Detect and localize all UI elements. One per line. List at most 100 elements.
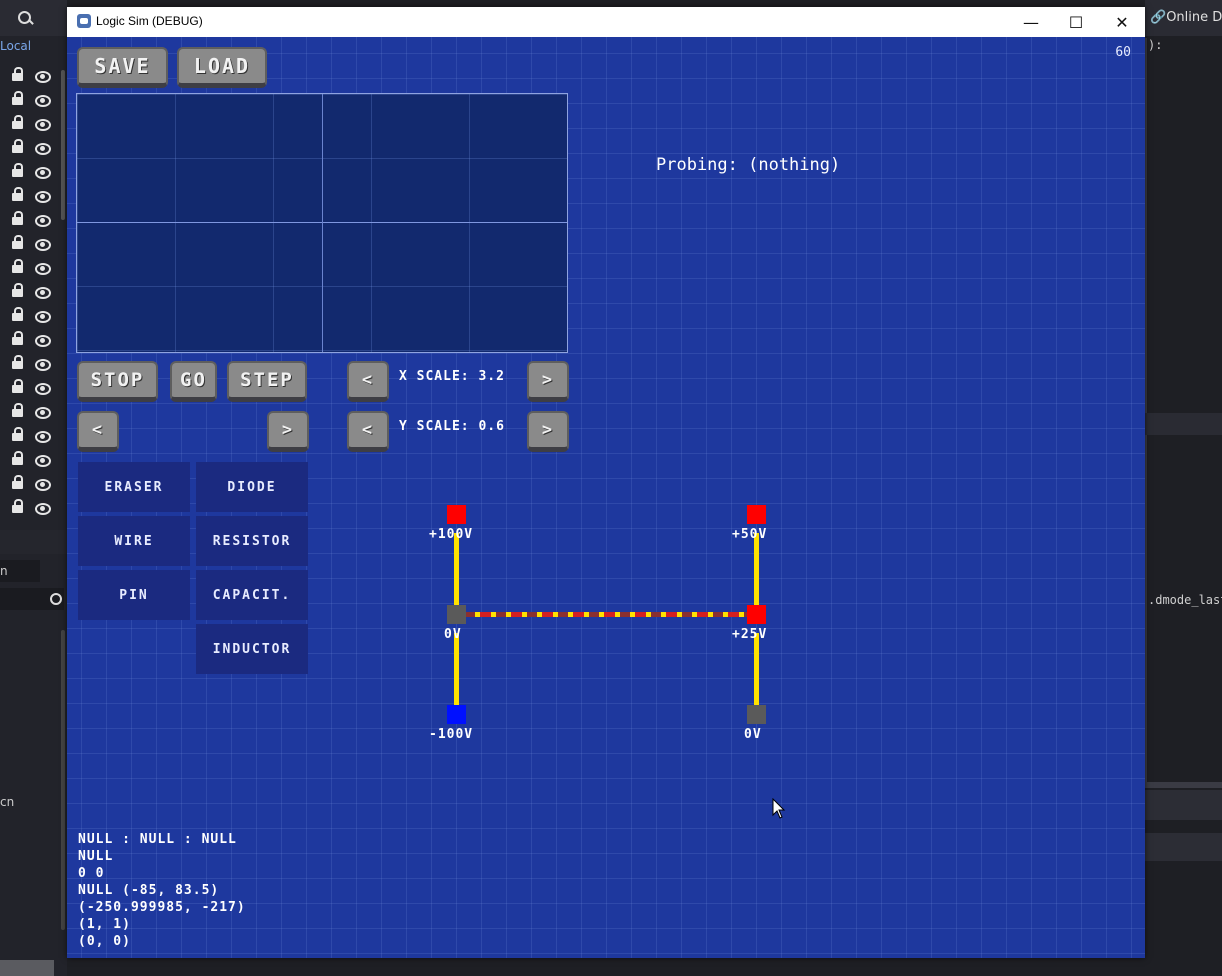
eye-icon[interactable] (35, 479, 51, 491)
scene-tree-row[interactable] (0, 162, 60, 184)
lock-icon[interactable] (12, 307, 23, 321)
maximize-button[interactable]: ☐ (1053, 7, 1099, 37)
pin-bottom-right[interactable] (747, 705, 766, 724)
pin-top-left[interactable] (447, 505, 466, 524)
tool-inductor[interactable]: INDUCTOR (196, 624, 308, 674)
tab-local[interactable]: Local (0, 39, 31, 53)
scene-tree-row[interactable] (0, 330, 60, 352)
tool-resistor[interactable]: RESISTOR (196, 516, 308, 566)
y-scale-decrease-button[interactable]: < (347, 411, 389, 452)
scene-tree-row[interactable] (0, 450, 60, 472)
eye-icon[interactable] (35, 407, 51, 419)
pin-mid-right[interactable] (747, 605, 766, 624)
eye-icon[interactable] (35, 95, 51, 107)
eye-icon[interactable] (35, 287, 51, 299)
wire[interactable] (754, 633, 759, 711)
lock-icon[interactable] (12, 139, 23, 153)
resistor[interactable] (465, 612, 747, 617)
scene-tree-row[interactable] (0, 354, 60, 376)
minimize-button[interactable]: — (1008, 7, 1054, 37)
scene-tree-row[interactable] (0, 402, 60, 424)
lock-icon[interactable] (12, 211, 23, 225)
scene-tree-row[interactable] (0, 234, 60, 256)
lock-icon[interactable] (12, 475, 23, 489)
stop-button[interactable]: STOP (77, 361, 158, 402)
tool-capacitor[interactable]: CAPACIT. (196, 570, 308, 620)
scene-tree-row[interactable] (0, 210, 60, 232)
eye-icon[interactable] (35, 263, 51, 275)
sim-canvas[interactable]: 60 SAVE LOAD STOP GO STEP < > < X SCALE:… (67, 37, 1145, 958)
eye-icon[interactable] (35, 503, 51, 515)
go-button[interactable]: GO (170, 361, 217, 402)
lock-icon[interactable] (12, 259, 23, 273)
eye-icon[interactable] (35, 455, 51, 467)
editor-bar (1145, 782, 1222, 788)
scene-tree-row[interactable] (0, 378, 60, 400)
eye-icon[interactable] (35, 119, 51, 131)
next-button[interactable]: > (267, 411, 309, 452)
lock-icon[interactable] (12, 427, 23, 441)
debug-line: NULL : NULL : NULL (78, 832, 237, 847)
y-scale-increase-button[interactable]: > (527, 411, 569, 452)
filter-input[interactable]: n (0, 560, 40, 582)
scrollbar[interactable] (61, 630, 65, 930)
scene-tree-row[interactable] (0, 306, 60, 328)
eye-icon[interactable] (35, 167, 51, 179)
eye-icon[interactable] (35, 359, 51, 371)
scene-tree-row[interactable] (0, 258, 60, 280)
wire[interactable] (454, 533, 459, 611)
lock-icon[interactable] (12, 283, 23, 297)
lock-icon[interactable] (12, 163, 23, 177)
close-button[interactable]: ✕ (1099, 7, 1145, 37)
scene-tree-row[interactable] (0, 66, 60, 88)
wire[interactable] (454, 633, 459, 711)
window-titlebar[interactable]: Logic Sim (DEBUG) — ☐ ✕ (67, 7, 1145, 37)
wire[interactable] (754, 533, 759, 611)
load-button[interactable]: LOAD (177, 47, 267, 88)
tool-pin[interactable]: PIN (78, 570, 190, 620)
eye-icon[interactable] (35, 239, 51, 251)
pin-bottom-left[interactable] (447, 705, 466, 724)
eye-icon[interactable] (35, 311, 51, 323)
lock-icon[interactable] (12, 91, 23, 105)
scene-tree-row[interactable] (0, 282, 60, 304)
bottom-tab[interactable] (0, 960, 54, 976)
eye-icon[interactable] (35, 143, 51, 155)
pin-top-right[interactable] (747, 505, 766, 524)
lock-icon[interactable] (12, 355, 23, 369)
lock-icon[interactable] (12, 235, 23, 249)
step-button[interactable]: STEP (227, 361, 307, 402)
tool-diode[interactable]: DIODE (196, 462, 308, 512)
prev-button[interactable]: < (77, 411, 119, 452)
eye-icon[interactable] (35, 383, 51, 395)
x-scale-decrease-button[interactable]: < (347, 361, 389, 402)
scrollbar[interactable] (61, 70, 65, 220)
eye-icon[interactable] (35, 335, 51, 347)
lock-icon[interactable] (12, 331, 23, 345)
x-scale-increase-button[interactable]: > (527, 361, 569, 402)
scene-tree-row[interactable] (0, 138, 60, 160)
scene-tree-row[interactable] (0, 114, 60, 136)
eye-icon[interactable] (35, 431, 51, 443)
eye-icon[interactable] (35, 191, 51, 203)
lock-icon[interactable] (12, 499, 23, 513)
lock-icon[interactable] (12, 115, 23, 129)
scene-tree-row[interactable] (0, 186, 60, 208)
scene-tree-row[interactable] (0, 474, 60, 496)
lock-icon[interactable] (12, 379, 23, 393)
online-docs-link[interactable]: 🔗Online Do (1150, 10, 1222, 25)
lock-icon[interactable] (12, 403, 23, 417)
tool-wire[interactable]: WIRE (78, 516, 190, 566)
lock-icon[interactable] (12, 67, 23, 81)
eye-icon[interactable] (35, 71, 51, 83)
search-input[interactable] (0, 588, 64, 610)
tool-eraser[interactable]: ERASER (78, 462, 190, 512)
scene-tree-row[interactable] (0, 498, 60, 520)
eye-icon[interactable] (35, 215, 51, 227)
lock-icon[interactable] (12, 451, 23, 465)
pin-mid-left[interactable] (447, 605, 466, 624)
scene-tree-row[interactable] (0, 426, 60, 448)
save-button[interactable]: SAVE (77, 47, 168, 88)
scene-tree-row[interactable] (0, 90, 60, 112)
lock-icon[interactable] (12, 187, 23, 201)
